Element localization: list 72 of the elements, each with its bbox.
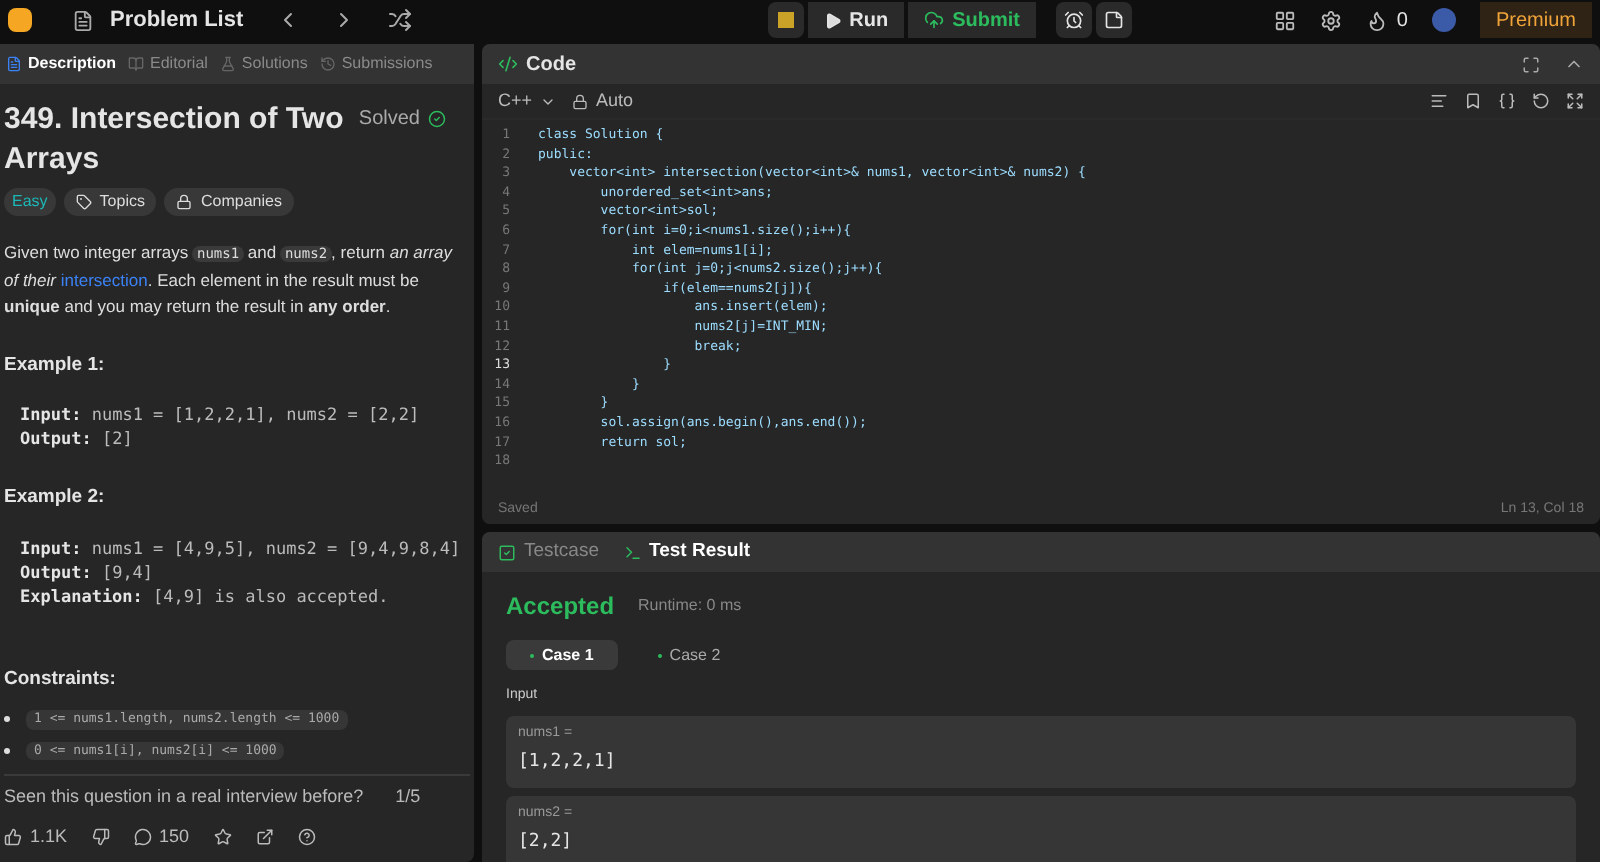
star-icon[interactable] (213, 827, 232, 846)
debug-icon[interactable] (767, 2, 804, 38)
example-heading: Example 2: (4, 484, 107, 513)
submit-button[interactable]: Submit (908, 2, 1036, 38)
terminal-icon (623, 543, 641, 561)
example-line: Output: [2] (20, 428, 135, 453)
tag-icon (75, 194, 92, 210)
note-icon[interactable] (1095, 2, 1132, 38)
case-tab[interactable]: Case 1 (506, 640, 618, 670)
premium-button[interactable]: Premium (1479, 2, 1592, 38)
reset-icon[interactable] (1532, 92, 1550, 110)
upload-icon (924, 10, 945, 30)
tab-icon (6, 56, 22, 72)
problem-list-link[interactable]: Problem List (110, 3, 244, 37)
intersection-link[interactable]: intersection (60, 270, 148, 290)
fullscreen-icon[interactable] (1522, 55, 1540, 73)
comment-count: 150 (159, 823, 190, 849)
panel-tab[interactable]: Submissions (313, 52, 439, 76)
grid-icon[interactable] (1274, 9, 1297, 31)
topics-tag[interactable]: Topics (63, 188, 157, 216)
play-icon (823, 11, 842, 29)
dislike-icon[interactable] (91, 827, 110, 846)
example-heading: Example 1: (4, 352, 107, 380)
tab-icon (219, 56, 236, 72)
checkbox-icon (498, 543, 516, 561)
like-count: 1.1K (30, 823, 68, 849)
code-title: Code (526, 51, 576, 79)
panel-tab[interactable]: Editorial (122, 52, 214, 76)
case-tab[interactable]: Case 2 (633, 640, 745, 670)
alarm-icon[interactable] (1055, 2, 1092, 38)
panel-tab[interactable]: Solutions (213, 52, 314, 76)
list-icon (72, 9, 94, 31)
example-line: Input: nums1 = [4,9,5], nums2 = [9,4,9,8,4] (20, 537, 463, 561)
tab-icon (319, 56, 336, 72)
problem-title: 349. Intersection of Two Arrays (4, 100, 346, 180)
companies-tag[interactable]: Companies (164, 188, 294, 216)
interview-question: Seen this question in a real interview before? (4, 784, 364, 810)
lock-icon (176, 194, 193, 210)
example-line: Explanation: [4,9] is also accepted. (20, 585, 391, 609)
input-value: [2,2] (518, 830, 575, 856)
run-button[interactable]: Run (807, 2, 905, 38)
lock-icon (572, 93, 589, 109)
like-icon[interactable] (4, 827, 22, 846)
flame-icon (1366, 9, 1389, 31)
tab-icon (128, 56, 145, 72)
streak-count: 0 (1396, 7, 1408, 35)
mode-label: Auto (596, 87, 634, 114)
result-tab[interactable]: Test Result (623, 537, 751, 567)
logo-icon[interactable] (8, 8, 32, 32)
comment-icon[interactable] (133, 827, 152, 846)
panel-tab[interactable]: Description (0, 52, 123, 76)
format-icon[interactable] (1430, 92, 1448, 110)
expand-icon[interactable] (1566, 92, 1584, 110)
shuffle-icon[interactable] (387, 8, 412, 32)
solved-status: Solved (358, 106, 420, 134)
runtime-text: Runtime: 0 ms (638, 594, 742, 618)
input-value: [1,2,2,1] (518, 750, 618, 776)
constraints-heading: Constraints: (4, 665, 118, 693)
settings-icon[interactable] (1320, 9, 1343, 31)
language-select[interactable]: C++ (498, 87, 557, 115)
help-icon[interactable] (297, 827, 316, 846)
verdict-text: Accepted (506, 590, 615, 624)
code-icon (498, 54, 518, 74)
example-line: Input: nums1 = [1,2,2,1], nums2 = [2,2] (20, 404, 422, 429)
braces-icon[interactable] (1498, 92, 1516, 110)
result-tab[interactable]: Testcase (498, 537, 599, 567)
share-icon[interactable] (255, 827, 274, 846)
bookmark-icon[interactable] (1464, 92, 1482, 110)
difficulty-badge[interactable]: Easy (4, 188, 56, 216)
example-line: Output: [9,4] (20, 561, 156, 585)
avatar-icon[interactable] (1431, 8, 1456, 32)
interview-count: 1/5 (395, 784, 421, 810)
